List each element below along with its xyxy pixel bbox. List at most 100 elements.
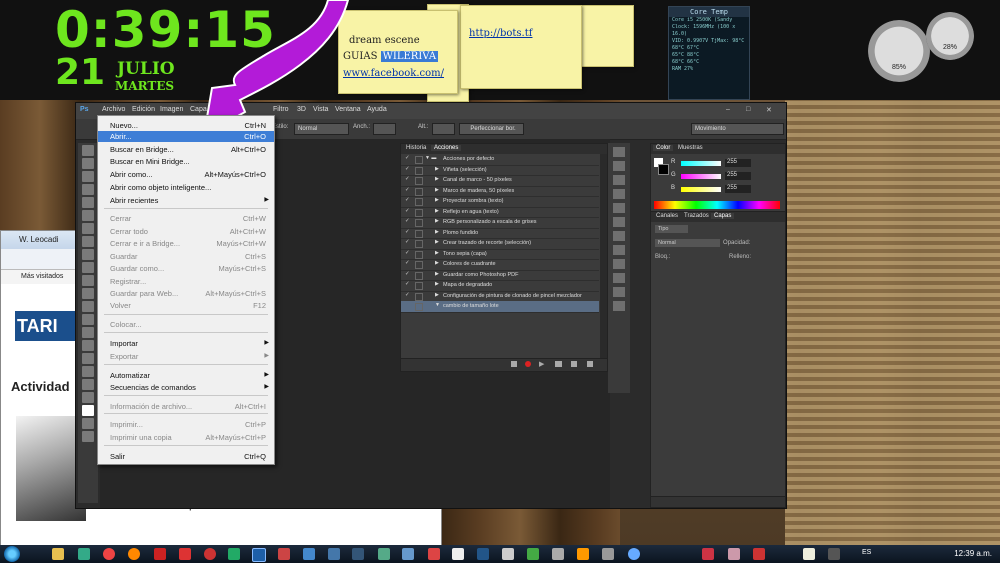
stamp-tool-icon[interactable] (82, 249, 94, 260)
action-toggle-icon[interactable]: ✓ (405, 218, 410, 224)
height-field[interactable] (432, 123, 455, 135)
g-slider[interactable] (681, 174, 721, 179)
actions-scrollbar[interactable] (600, 154, 607, 359)
bookmark-most-visited[interactable]: Más visitados (21, 273, 63, 280)
stop-icon[interactable] (511, 361, 517, 367)
file-menu-item[interactable]: Colocar... (98, 319, 274, 330)
move-tool-icon[interactable] (82, 145, 94, 156)
file-menu-item[interactable]: Guardar Ctrl+S (98, 251, 274, 262)
folder-icon[interactable]: ▼ ▬ (425, 155, 436, 161)
chrome-icon[interactable] (103, 548, 115, 560)
sticky-note-bots[interactable]: http://bots.tf (460, 5, 582, 89)
action-toggle-icon[interactable]: ✓ (405, 187, 410, 193)
tab-paths[interactable]: Trazados (681, 213, 712, 219)
expand-icon[interactable]: ▶ (435, 292, 439, 298)
dialog-toggle-icon[interactable] (415, 208, 423, 217)
background-color-swatch[interactable] (658, 164, 669, 175)
file-menu-item[interactable]: Cerrar e ir a Bridge... Mayús+Ctrl+W (98, 238, 274, 249)
trash-icon[interactable] (587, 361, 593, 367)
expand-icon[interactable]: ▶ (435, 239, 439, 245)
action-toggle-icon[interactable]: ✓ (405, 250, 410, 256)
healing-tool-icon[interactable] (82, 223, 94, 234)
dock-tool-presets-icon[interactable] (613, 287, 625, 297)
expand-icon[interactable]: ▶ (435, 250, 439, 256)
dock-brush-icon[interactable] (613, 203, 625, 213)
file-menu-item[interactable]: Abrir como objeto inteligente... (98, 182, 274, 193)
dialog-toggle-icon[interactable] (415, 292, 423, 301)
hand-tool-icon[interactable] (82, 379, 94, 390)
app-disc-icon[interactable] (602, 548, 614, 560)
crop-tool-icon[interactable] (82, 197, 94, 208)
dock-history-icon[interactable] (613, 147, 625, 157)
sticky-note-small[interactable] (580, 5, 634, 67)
expand-icon[interactable]: ▶ (435, 208, 439, 214)
file-menu-item[interactable]: Exportar ▶ (98, 351, 274, 362)
quick-select-tool-icon[interactable] (82, 184, 94, 195)
dialog-toggle-icon[interactable] (415, 198, 423, 206)
file-menu-item[interactable]: Buscar en Mini Bridge... (98, 156, 274, 167)
brush-tool-icon[interactable] (82, 236, 94, 247)
menu-edici-n[interactable]: Edición (132, 106, 155, 113)
marquee-tool-icon[interactable] (82, 158, 94, 169)
action-toggle-icon[interactable]: ✓ (405, 292, 410, 298)
dock-3d-icon[interactable] (613, 301, 625, 311)
app-blue-icon[interactable] (328, 548, 340, 560)
app-gear-icon[interactable] (402, 548, 414, 560)
file-menu-item[interactable]: Imprimir... Ctrl+P (98, 419, 274, 430)
app-leaf-icon[interactable] (527, 548, 539, 560)
g-value[interactable]: 255 (725, 172, 751, 180)
gradient-tool-icon[interactable] (82, 288, 94, 299)
action-toggle-icon[interactable]: ✓ (405, 260, 410, 266)
dock-styles-icon[interactable] (613, 259, 625, 269)
word-icon[interactable] (303, 548, 315, 560)
app-red-icon[interactable] (154, 548, 166, 560)
pen-tool-icon[interactable] (82, 327, 94, 338)
close-icon[interactable]: ✕ (766, 106, 772, 114)
workspace-select[interactable]: Movimiento (691, 123, 784, 135)
path-select-tool-icon[interactable] (82, 353, 94, 364)
app-flag-icon[interactable] (428, 548, 440, 560)
expand-icon[interactable]: ▶ (435, 229, 439, 235)
file-menu-item[interactable]: Volver F12 (98, 300, 274, 311)
minimize-icon[interactable]: – (726, 106, 730, 113)
eyedropper-tool-icon[interactable] (82, 210, 94, 221)
color-spectrum[interactable] (654, 201, 780, 209)
action-toggle-icon[interactable]: ✓ (405, 176, 410, 182)
expand-icon[interactable]: ▶ (435, 281, 439, 287)
dock-actions-icon[interactable] (613, 161, 625, 171)
tab-swatches[interactable]: Muestras (675, 145, 706, 151)
app-green-icon[interactable] (378, 548, 390, 560)
dodge-tool-icon[interactable] (82, 314, 94, 325)
file-menu-item[interactable]: Abrir recientes ▶ (98, 195, 274, 206)
media-player-icon[interactable] (78, 548, 90, 560)
new-set-icon[interactable] (555, 361, 562, 367)
file-menu-item[interactable]: Abrir como... Alt+Mayús+Ctrl+O (98, 169, 274, 180)
expand-icon[interactable]: ▶ (435, 271, 439, 277)
dock-layer-comp-icon[interactable] (613, 273, 625, 283)
maximize-icon[interactable]: □ (746, 106, 750, 113)
expand-icon[interactable]: ▶ (435, 260, 439, 266)
start-button-icon[interactable] (4, 546, 20, 562)
steam-icon[interactable] (477, 548, 489, 560)
history-brush-tool-icon[interactable] (82, 262, 94, 273)
dialog-toggle-icon[interactable] (415, 261, 423, 269)
sticky-note-guias[interactable]: dream escene GUIAS WILERIVA www.facebook… (338, 10, 458, 94)
acrobat-icon[interactable] (179, 548, 191, 560)
file-menu-item[interactable]: Importar ▶ (98, 338, 274, 349)
dialog-toggle-icon[interactable] (415, 177, 423, 185)
action-toggle-icon[interactable]: ✓ (405, 197, 410, 203)
expand-icon[interactable]: ▶ (435, 197, 439, 203)
menu-ayuda[interactable]: Ayuda (367, 106, 387, 113)
app-dark-icon[interactable] (828, 548, 840, 560)
app-task-icon[interactable] (278, 548, 290, 560)
action-toggle-icon[interactable]: ✓ (405, 271, 410, 277)
play-icon[interactable]: ▶ (539, 360, 544, 368)
app-circle-icon[interactable] (204, 548, 216, 560)
blend-mode-select[interactable]: Normal (655, 239, 720, 247)
eraser-tool-icon[interactable] (82, 275, 94, 286)
photoshop-task-icon[interactable] (252, 548, 266, 562)
color-swatch-icon[interactable] (82, 405, 94, 416)
tab-color[interactable]: Color (653, 145, 674, 151)
site-logo[interactable]: TARI (15, 311, 77, 341)
app-folder-icon[interactable] (803, 548, 815, 560)
